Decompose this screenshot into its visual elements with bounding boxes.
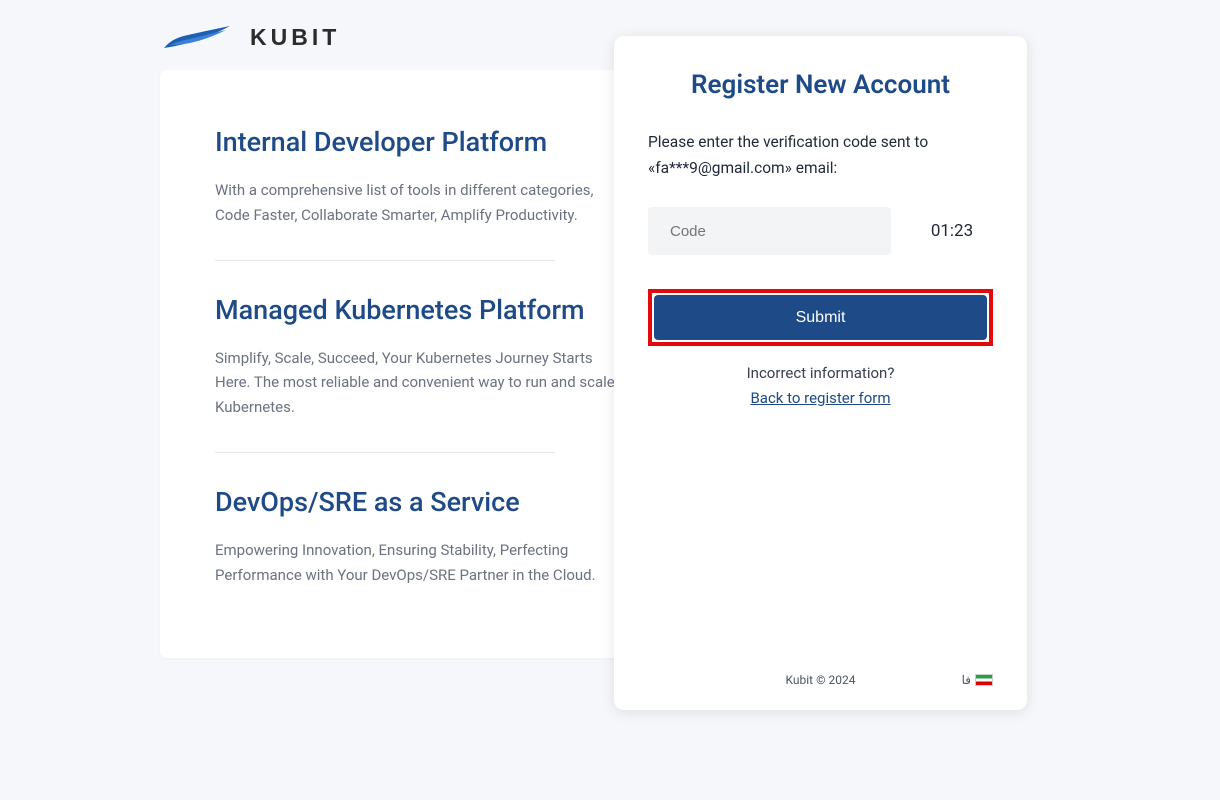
submit-highlight: Submit <box>648 289 993 346</box>
countdown-timer: 01:23 <box>911 221 993 241</box>
feature-desc: Simplify, Scale, Succeed, Your Kubernete… <box>215 346 625 420</box>
flag-icon <box>975 674 993 686</box>
submit-button[interactable]: Submit <box>654 295 987 340</box>
feature-desc: Empowering Innovation, Ensuring Stabilit… <box>215 538 625 588</box>
verification-instruction: Please enter the verification code sent … <box>648 130 993 181</box>
language-toggle[interactable]: فا <box>962 673 993 687</box>
register-card: Register New Account Please enter the ve… <box>614 36 1027 710</box>
code-row: 01:23 <box>648 207 993 255</box>
feature-desc: With a comprehensive list of tools in di… <box>215 178 625 228</box>
feature-idp: Internal Developer Platform With a compr… <box>215 125 625 228</box>
language-label: فا <box>962 673 971 687</box>
divider <box>215 452 555 453</box>
feature-title: DevOps/SRE as a Service <box>215 485 625 520</box>
verification-code-input[interactable] <box>648 207 891 255</box>
divider <box>215 260 555 261</box>
feature-k8s: Managed Kubernetes Platform Simplify, Sc… <box>215 293 625 420</box>
back-to-register-link[interactable]: Back to register form <box>750 389 890 407</box>
card-title: Register New Account <box>648 70 993 100</box>
feature-devops: DevOps/SRE as a Service Empowering Innov… <box>215 485 625 588</box>
brand-name: KUBIT <box>250 24 340 51</box>
incorrect-info-text: Incorrect information? <box>648 364 993 382</box>
feature-title: Internal Developer Platform <box>215 125 625 160</box>
copyright-text: Kubit © 2024 <box>786 673 856 687</box>
feature-title: Managed Kubernetes Platform <box>215 293 625 328</box>
logo-icon <box>160 20 238 54</box>
